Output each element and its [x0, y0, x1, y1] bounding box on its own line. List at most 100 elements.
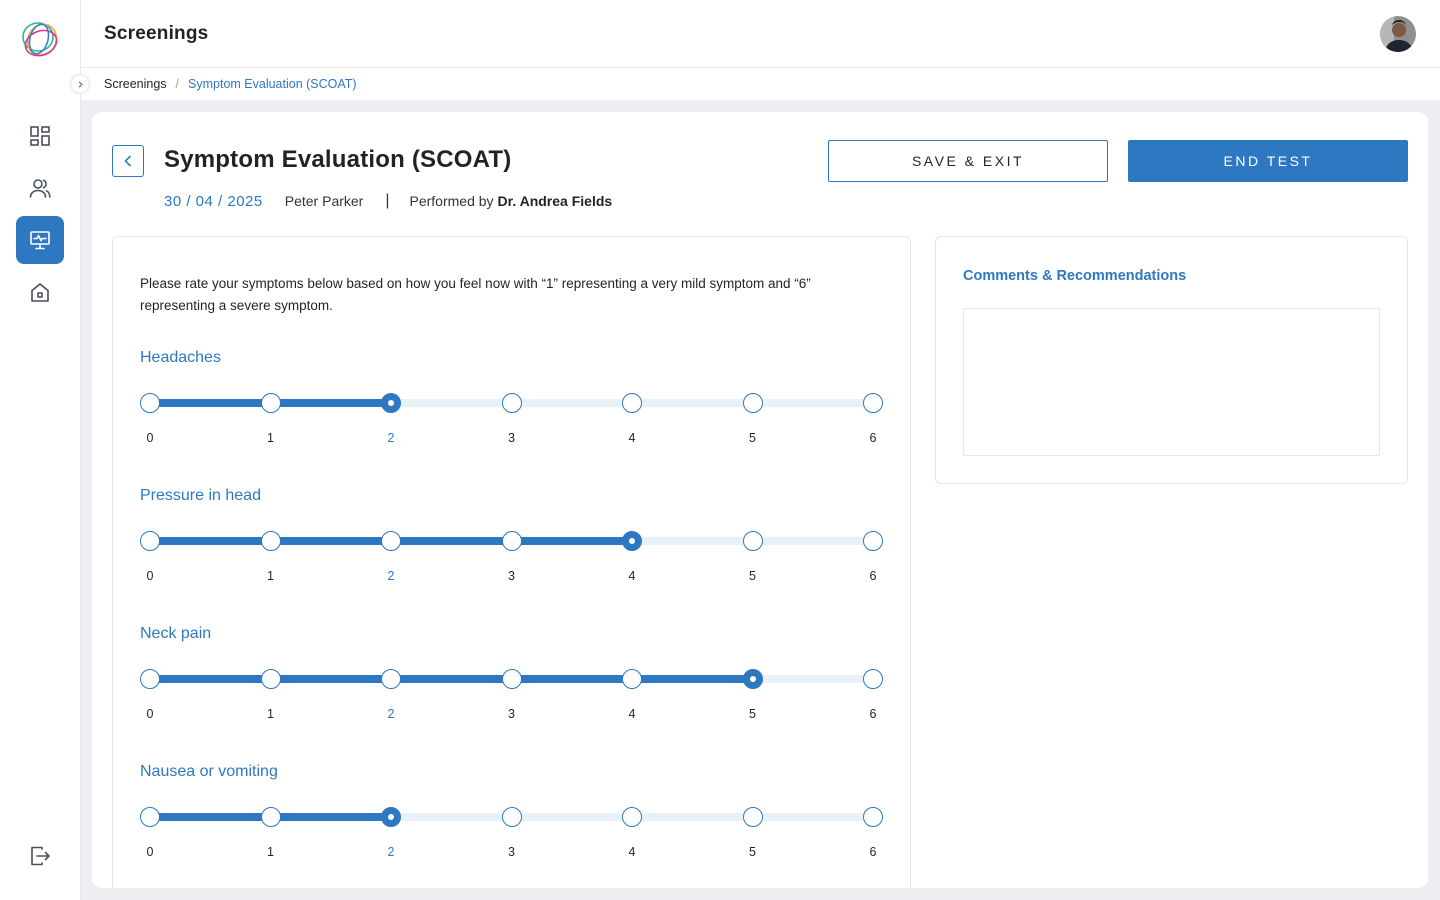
test-card: Symptom Evaluation (SCOAT) 30 / 04 / 202…: [92, 112, 1428, 888]
slider-tick-label: 4: [628, 845, 636, 859]
slider-step-1[interactable]: [260, 669, 281, 689]
slider-step-3[interactable]: [501, 669, 522, 689]
symptom-row: Headaches 0 1 2 3 4 5 6: [140, 349, 885, 469]
slider-step-5[interactable]: [742, 807, 763, 827]
slider-tick-label: 6: [869, 569, 877, 583]
slider-tick-label: 4: [628, 431, 636, 445]
logout-button[interactable]: [16, 832, 64, 880]
user-avatar[interactable]: [1380, 16, 1416, 52]
symptom-label: Pressure in head: [140, 487, 261, 504]
sidebar-collapse-toggle[interactable]: [70, 74, 90, 94]
slider-tick-label: 1: [267, 569, 274, 583]
slider-tick-label: 5: [749, 431, 756, 445]
chevron-left-icon: [124, 155, 131, 167]
symptom-row: Nausea or vomiting 0 1 2 3 4 5 6: [140, 763, 885, 883]
app-logo-icon: [22, 22, 58, 57]
doctor-name: Dr. Andrea Fields: [497, 193, 613, 209]
slider-tick-label: 0: [146, 569, 154, 583]
avatar-photo-icon: [1380, 16, 1416, 52]
slider-step-1[interactable]: [260, 807, 281, 827]
slider-tick-label: 3: [508, 431, 515, 445]
slider-step-6[interactable]: [863, 807, 883, 827]
slider-step-0[interactable]: [140, 393, 160, 413]
performed-by-label: Performed by: [409, 193, 494, 209]
slider-tick-label: 6: [869, 707, 877, 721]
slider-step-2[interactable]: [381, 807, 401, 827]
slider-tick-label: 0: [146, 707, 154, 721]
slider-step-4[interactable]: [622, 393, 642, 413]
sidebar-item-dashboard[interactable]: [16, 112, 64, 160]
comments-textarea[interactable]: [963, 308, 1380, 456]
slider-tick-label: 4: [628, 707, 636, 721]
slider-tick-label: 6: [869, 845, 877, 859]
page-title: Symptom Evaluation (SCOAT): [164, 146, 512, 173]
slider-step-1[interactable]: [260, 393, 281, 413]
home-icon: [31, 283, 49, 302]
slider-step-3[interactable]: [501, 393, 522, 413]
slider-tick-label: 3: [508, 569, 515, 583]
symptom-label: Nausea or vomiting: [140, 763, 278, 780]
breadcrumb: Screenings / Symptom Evaluation (SCOAT): [81, 68, 1440, 100]
comments-panel: Comments & Recommendations: [935, 236, 1408, 484]
symptom-label: Neck pain: [140, 625, 212, 642]
symptom-panel: Please rate your symptoms below based on…: [112, 236, 911, 888]
instructions-text: Please rate your symptoms below based on…: [140, 276, 811, 313]
slider-tick-label: 2: [387, 569, 395, 583]
slider-tick-label: 2: [387, 845, 395, 859]
slider-step-4[interactable]: [622, 807, 642, 827]
slider-fill: [150, 675, 753, 683]
slider-tick-label: 1: [267, 431, 274, 445]
slider-tick-label: 5: [749, 845, 756, 859]
slider-step-3[interactable]: [501, 531, 522, 551]
users-icon: [29, 179, 51, 198]
slider-step-0[interactable]: [140, 531, 160, 551]
slider-tick-label: 0: [146, 431, 154, 445]
slider-tick-label: 2: [387, 431, 395, 445]
slider-tick-label: 1: [267, 845, 274, 859]
symptom-row: Neck pain 0 1 2 3 4 5 6: [140, 625, 885, 745]
slider-step-1[interactable]: [260, 531, 281, 551]
save-exit-button[interactable]: SAVE & EXIT: [828, 140, 1108, 182]
main-canvas: Symptom Evaluation (SCOAT) 30 / 04 / 202…: [81, 100, 1440, 900]
dashboard-grid-icon: [30, 126, 50, 146]
meta-divider: |: [385, 192, 390, 209]
slider-tick-label: 6: [869, 431, 877, 445]
monitor-screening-icon: [30, 231, 50, 250]
slider-tick-label: 2: [387, 707, 395, 721]
slider-step-2[interactable]: [381, 669, 401, 689]
page-header-title: Screenings: [104, 23, 209, 44]
slider-step-0[interactable]: [140, 807, 160, 827]
slider-step-5[interactable]: [742, 669, 763, 689]
comments-heading: Comments & Recommendations: [963, 268, 1187, 284]
test-meta: 30 / 04 / 2025 Peter Parker | Performed …: [164, 192, 612, 210]
slider-step-5[interactable]: [742, 531, 763, 551]
slider-tick-label: 3: [508, 707, 515, 721]
sidebar-item-home[interactable]: [16, 268, 64, 316]
slider-step-5[interactable]: [742, 393, 763, 413]
app-logo[interactable]: [17, 17, 63, 63]
slider-step-6[interactable]: [863, 531, 883, 551]
slider-step-4[interactable]: [622, 531, 642, 551]
top-bar: Screenings: [81, 0, 1440, 68]
back-button[interactable]: [112, 145, 144, 177]
slider-step-4[interactable]: [622, 669, 642, 689]
test-date: 30 / 04 / 2025: [164, 192, 263, 210]
logout-icon: [31, 846, 50, 866]
slider-step-2[interactable]: [381, 393, 401, 413]
breadcrumb-item-screenings[interactable]: Screenings: [104, 77, 167, 91]
symptom-label: Headaches: [140, 349, 221, 366]
slider-step-0[interactable]: [140, 669, 160, 689]
slider-tick-label: 1: [267, 707, 274, 721]
sidebar-item-users[interactable]: [16, 164, 64, 212]
slider-tick-label: 4: [628, 569, 636, 583]
breadcrumb-separator: /: [175, 77, 180, 91]
slider-tick-label: 3: [508, 845, 515, 859]
slider-tick-label: 0: [146, 845, 154, 859]
slider-step-3[interactable]: [501, 807, 522, 827]
slider-step-6[interactable]: [863, 669, 883, 689]
slider-step-2[interactable]: [381, 531, 401, 551]
end-test-button[interactable]: END TEST: [1128, 140, 1408, 182]
slider-step-6[interactable]: [863, 393, 883, 413]
symptom-row: Pressure in head 0 1 2 3 4 5 6: [140, 487, 885, 607]
sidebar-item-screenings[interactable]: [16, 216, 64, 264]
